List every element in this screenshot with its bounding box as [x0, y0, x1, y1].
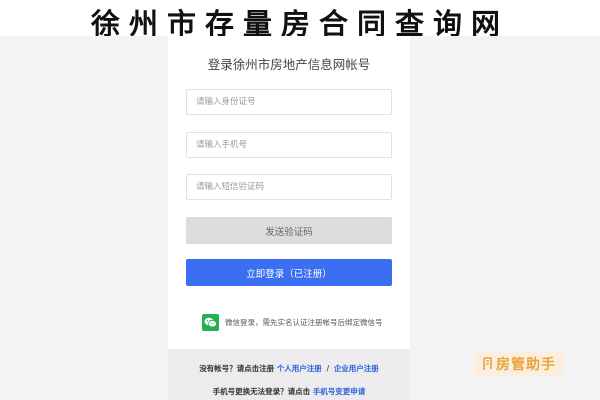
login-footer: 没有帐号？请点击注册 个人用户注册 / 企业用户注册 手机号更换无法登录？请点击…: [168, 349, 410, 400]
phone-change-line: 手机号更换无法登录？请点击 手机号变更申请: [168, 386, 410, 397]
background-right: [410, 36, 600, 400]
house-icon: [483, 357, 492, 370]
watermark-badge: 房管助手: [474, 352, 564, 376]
company-register-link[interactable]: 企业用户注册: [334, 364, 379, 373]
wechat-login-text: 微信登录，需先实名认证注册帐号后绑定微信号: [225, 317, 383, 327]
personal-register-link[interactable]: 个人用户注册: [277, 364, 322, 373]
login-card: 登录徐州市房地产信息网帐号 发送验证码 立即登录（已注册） 微信登录，需先实名认…: [168, 36, 410, 400]
register-line: 没有帐号？请点击注册 个人用户注册 / 企业用户注册: [168, 363, 410, 374]
sms-code-input[interactable]: [186, 174, 392, 200]
send-code-button[interactable]: 发送验证码: [186, 217, 392, 244]
phone-changed-text: 手机号更换无法登录？请点击: [212, 387, 311, 396]
phone-change-link[interactable]: 手机号变更申请: [313, 387, 366, 396]
id-number-input[interactable]: [186, 89, 392, 115]
login-button[interactable]: 立即登录（已注册）: [186, 259, 392, 286]
no-account-text: 没有帐号？请点击注册: [199, 364, 275, 373]
watermark-text: 房管助手: [496, 357, 556, 373]
wechat-icon[interactable]: [202, 313, 219, 331]
register-separator: /: [326, 364, 330, 373]
background-left: [0, 36, 168, 400]
phone-input[interactable]: [186, 132, 392, 158]
wechat-login[interactable]: 微信登录，需先实名认证注册帐号后绑定微信号: [202, 313, 383, 331]
login-title: 登录徐州市房地产信息网帐号: [207, 57, 371, 72]
